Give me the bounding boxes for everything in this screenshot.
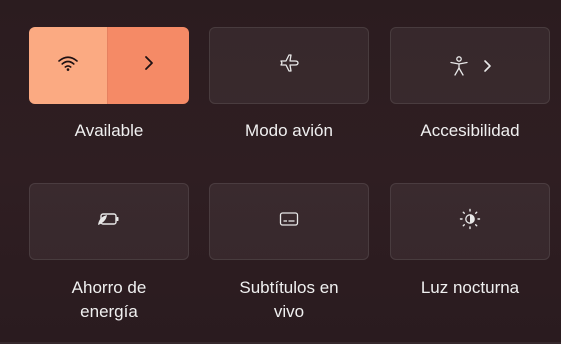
live-captions-button[interactable] xyxy=(209,183,369,260)
tile-label-live-captions-line2: vivo xyxy=(273,302,305,321)
tile-label-night-light: Luz nocturna xyxy=(420,278,520,297)
tile-label-battery-saver-line2: energía xyxy=(80,302,138,321)
tile-label-live-captions: Subtítulos en vivo xyxy=(209,276,369,324)
live-captions-icon xyxy=(279,211,299,232)
wifi-tile xyxy=(29,27,189,104)
tile-label-accessibility: Accesibilidad xyxy=(420,121,520,140)
airplane-icon xyxy=(278,52,300,79)
night-light-icon xyxy=(459,208,481,235)
wifi-icon xyxy=(58,55,78,76)
accessibility-button[interactable] xyxy=(390,27,550,104)
accessibility-icon xyxy=(448,55,470,77)
tile-label-battery-saver-line1: Ahorro de xyxy=(71,278,147,297)
tile-label-airplane: Modo avión xyxy=(245,121,333,140)
wifi-expand-button[interactable] xyxy=(107,27,189,104)
battery-saver-button[interactable] xyxy=(29,183,189,260)
chevron-right-icon xyxy=(143,55,155,76)
airplane-mode-button[interactable] xyxy=(209,27,369,104)
tile-label-live-captions-line1: Subtítulos en xyxy=(239,278,339,297)
wifi-toggle-button[interactable] xyxy=(29,27,107,104)
battery-saver-icon xyxy=(96,210,122,233)
tile-label-battery-saver: Ahorro de energía xyxy=(29,276,189,324)
quick-settings-grid: Available Modo avión Accesibilidad Ahorr… xyxy=(0,0,561,344)
tile-label-wifi: Available xyxy=(74,121,144,140)
night-light-button[interactable] xyxy=(390,183,550,260)
chevron-right-icon xyxy=(482,59,492,73)
